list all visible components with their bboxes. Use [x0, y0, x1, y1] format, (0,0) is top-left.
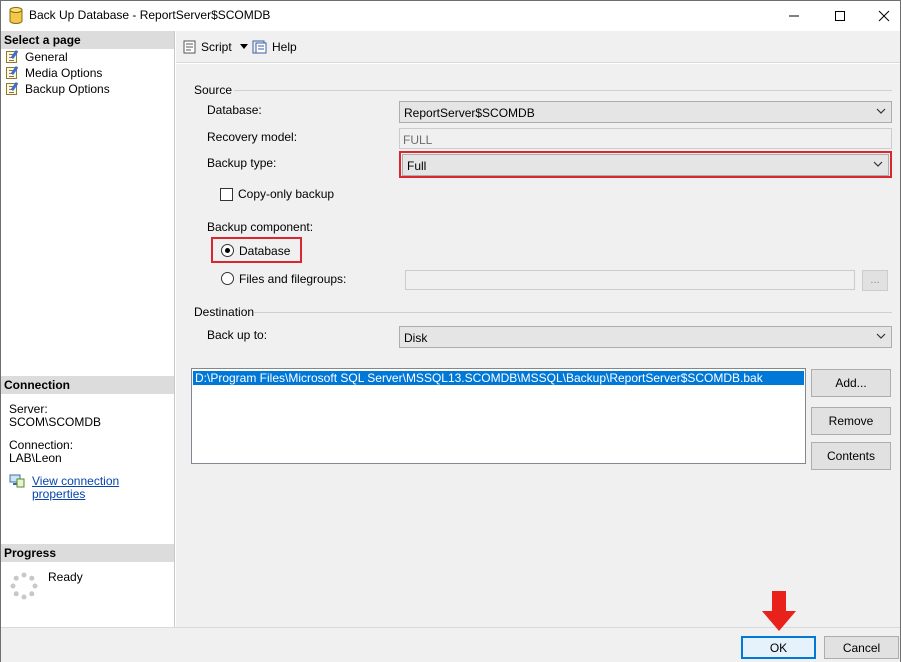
- backup-type-highlight: [399, 151, 892, 178]
- maximize-icon: [835, 10, 845, 21]
- remove-button[interactable]: Remove: [811, 407, 891, 435]
- help-icon: [252, 40, 267, 54]
- script-button[interactable]: Script: [182, 39, 248, 55]
- dropdown-arrow-icon[interactable]: [239, 44, 248, 50]
- backup-database-window: Back Up Database - ReportServer$SCOMDB S…: [0, 0, 901, 662]
- destination-listbox[interactable]: D:\Program Files\Microsoft SQL Server\MS…: [191, 368, 806, 464]
- progress-spinner-icon: [10, 572, 38, 600]
- window-title: Back Up Database - ReportServer$SCOMDB: [29, 8, 271, 22]
- general-page-content: Source Database: ReportServer$SCOMDB Rec…: [176, 64, 900, 627]
- page-backup-options-label: Backup Options: [25, 82, 110, 96]
- recovery-model-field: FULL: [399, 128, 892, 149]
- copy-only-label: Copy-only backup: [238, 187, 335, 201]
- ok-button[interactable]: OK: [741, 636, 816, 659]
- close-button[interactable]: [861, 1, 901, 30]
- database-combobox[interactable]: ReportServer$SCOMDB: [399, 101, 892, 123]
- contents-button[interactable]: Contents: [811, 442, 891, 470]
- backup-to-value: Disk: [404, 331, 428, 345]
- backup-to-combobox[interactable]: Disk: [399, 326, 892, 348]
- maximize-button[interactable]: [817, 1, 863, 30]
- recovery-model-value: FULL: [403, 133, 433, 147]
- cancel-button[interactable]: Cancel: [824, 636, 899, 659]
- title-bar: Back Up Database - ReportServer$SCOMDB: [1, 1, 900, 30]
- component-files-label: Files and filegroups:: [239, 272, 347, 286]
- source-divider: [234, 90, 892, 91]
- list-item[interactable]: D:\Program Files\Microsoft SQL Server\MS…: [193, 371, 804, 385]
- backup-component-label: Backup component:: [207, 220, 314, 234]
- page-backup-options[interactable]: Backup Options: [1, 81, 110, 97]
- dialog-footer: OK Cancel: [1, 627, 900, 662]
- destination-group-label: Destination: [194, 305, 255, 319]
- script-label: Script: [201, 40, 232, 54]
- page-general[interactable]: General: [1, 49, 68, 65]
- destination-divider: [254, 312, 892, 313]
- connection-properties-icon: [9, 474, 25, 488]
- connection-value: LAB\Leon: [9, 451, 62, 465]
- minimize-icon: [789, 15, 799, 16]
- page-general-label: General: [25, 50, 68, 64]
- help-button[interactable]: Help: [252, 39, 297, 55]
- page-icon: [4, 49, 22, 64]
- page-icon: [4, 81, 22, 96]
- database-radio-highlight: [211, 237, 302, 263]
- select-page-header: Select a page: [1, 31, 174, 49]
- filegroups-browse-button[interactable]: ...: [862, 270, 888, 291]
- chevron-down-icon: [876, 108, 886, 114]
- database-label: Database:: [207, 103, 262, 117]
- backup-type-label: Backup type:: [207, 156, 277, 170]
- backup-to-label: Back up to:: [207, 328, 268, 342]
- filegroups-textbox: [405, 270, 855, 290]
- server-value: SCOM\SCOMDB: [9, 415, 102, 429]
- page-media-options-label: Media Options: [25, 66, 103, 80]
- database-value: ReportServer$SCOMDB: [404, 106, 535, 120]
- page-media-options[interactable]: Media Options: [1, 65, 102, 81]
- script-icon: [183, 40, 196, 54]
- progress-status: Ready: [48, 570, 83, 584]
- source-group-label: Source: [194, 83, 233, 97]
- help-label: Help: [272, 40, 297, 54]
- annotation-arrow-down-icon: [762, 591, 796, 631]
- progress-header: Progress: [1, 544, 174, 562]
- component-files-radio[interactable]: [221, 272, 234, 285]
- left-pane: Select a page General Media Options Back…: [1, 31, 175, 627]
- close-icon: [878, 10, 890, 21]
- view-connection-properties-link[interactable]: View connection properties: [32, 475, 174, 501]
- connection-header: Connection: [1, 376, 174, 394]
- minimize-button[interactable]: [771, 1, 817, 30]
- page-icon: [4, 65, 22, 80]
- chevron-down-icon: [876, 333, 886, 339]
- copy-only-checkbox[interactable]: [220, 188, 233, 201]
- recovery-model-label: Recovery model:: [207, 130, 298, 144]
- add-button[interactable]: Add...: [811, 369, 891, 397]
- toolbar: Script Help: [176, 31, 900, 63]
- database-icon: [9, 7, 23, 24]
